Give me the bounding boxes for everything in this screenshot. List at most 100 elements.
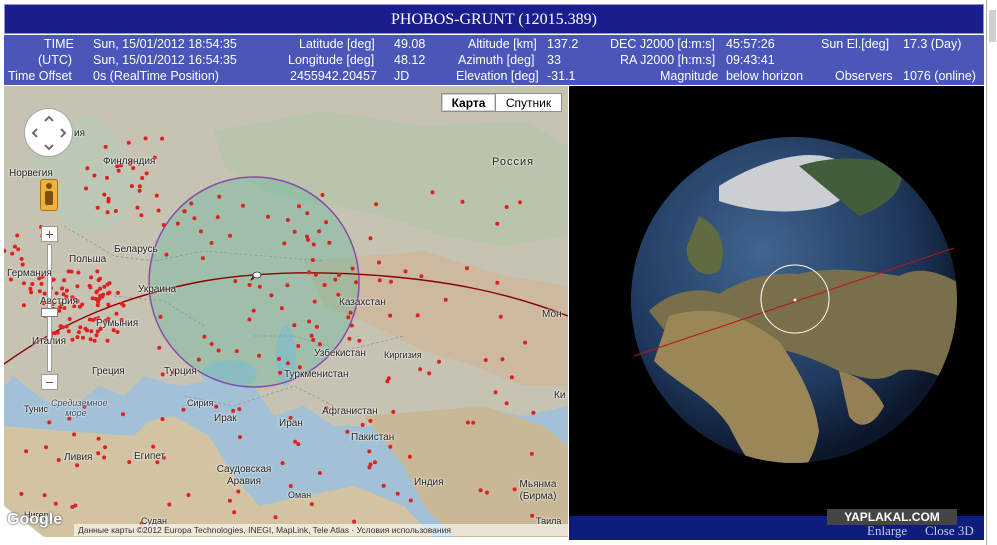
observer-dot[interactable] — [322, 283, 327, 287]
observer-dot[interactable] — [478, 488, 483, 493]
observer-dot[interactable] — [47, 420, 52, 425]
observer-dot[interactable] — [388, 444, 393, 449]
observer-dot[interactable] — [317, 471, 322, 475]
observer-dot[interactable] — [69, 269, 74, 274]
observer-dot[interactable] — [76, 330, 81, 335]
observer-dot[interactable] — [493, 390, 498, 395]
observer-dot[interactable] — [443, 297, 448, 302]
observer-dot[interactable] — [78, 325, 83, 330]
observer-dot[interactable] — [430, 190, 435, 195]
observer-dot[interactable] — [15, 233, 20, 238]
observer-dot[interactable] — [307, 270, 312, 275]
observer-dot[interactable] — [228, 233, 232, 238]
observer-dot[interactable] — [105, 338, 110, 343]
observer-dot[interactable] — [175, 221, 180, 226]
enlarge-link[interactable]: Enlarge — [867, 523, 907, 539]
observer-dot[interactable] — [209, 342, 214, 346]
observer-dot[interactable] — [377, 260, 381, 265]
observer-dot[interactable] — [151, 444, 156, 449]
observer-dot[interactable] — [311, 337, 316, 342]
observer-dot[interactable] — [137, 184, 142, 189]
observer-dot[interactable] — [530, 513, 535, 518]
observer-dot[interactable] — [129, 184, 134, 189]
observer-dot[interactable] — [154, 193, 159, 198]
observer-dot[interactable] — [306, 237, 310, 242]
observer-dot[interactable] — [214, 404, 219, 409]
observer-dot[interactable] — [161, 223, 166, 227]
observer-dot[interactable] — [337, 273, 341, 277]
observer-dot[interactable] — [167, 502, 172, 507]
observer-dot[interactable] — [140, 176, 145, 180]
observer-dot[interactable] — [160, 136, 165, 141]
observer-dot[interactable] — [215, 215, 220, 220]
observer-dot[interactable] — [236, 489, 241, 494]
observer-dot[interactable] — [240, 203, 245, 208]
observer-dot[interactable] — [22, 281, 26, 286]
observer-dot[interactable] — [377, 278, 382, 283]
google-logo[interactable]: Google — [7, 511, 62, 529]
observer-dot[interactable] — [368, 236, 373, 241]
observer-dot[interactable] — [139, 213, 144, 218]
observer-dot[interactable] — [327, 240, 332, 245]
observer-dot[interactable] — [89, 329, 94, 334]
observer-dot[interactable] — [200, 256, 205, 261]
observer-dot[interactable] — [320, 193, 325, 197]
observer-dot[interactable] — [471, 420, 476, 425]
observer-dot[interactable] — [232, 510, 237, 515]
observer-dot[interactable] — [352, 519, 357, 524]
observer-dot[interactable] — [310, 258, 315, 262]
observer-dot[interactable] — [247, 283, 252, 287]
observer-dot[interactable] — [181, 407, 186, 412]
observer-dot[interactable] — [367, 465, 372, 470]
observer-dot[interactable] — [311, 242, 316, 247]
observer-dot[interactable] — [102, 455, 107, 460]
observer-dot[interactable] — [233, 279, 238, 284]
observer-dot[interactable] — [407, 454, 412, 459]
observer-dot[interactable] — [531, 410, 536, 415]
observer-dot[interactable] — [498, 314, 503, 319]
observer-dot[interactable] — [95, 205, 100, 210]
observer-dot[interactable] — [192, 216, 197, 221]
observer-dot[interactable] — [336, 292, 341, 297]
ground-track-map[interactable]: Карта Спутник + − ия Финляндия Норвегия … — [4, 86, 568, 537]
observer-dot[interactable] — [292, 323, 297, 328]
observer-dot[interactable] — [234, 349, 239, 354]
observer-dot[interactable] — [127, 460, 132, 465]
observer-dot[interactable] — [94, 333, 99, 338]
observer-dot[interactable] — [137, 188, 142, 193]
observer-dot[interactable] — [279, 306, 284, 311]
observer-dot[interactable] — [126, 140, 131, 145]
observer-dot[interactable] — [374, 202, 379, 207]
observer-dot[interactable] — [44, 445, 48, 450]
observer-dot[interactable] — [368, 418, 373, 423]
observer-dot[interactable] — [403, 269, 408, 274]
observer-dot[interactable] — [357, 338, 362, 343]
observer-dot[interactable] — [21, 303, 26, 308]
observer-dot[interactable] — [391, 409, 396, 414]
observer-dot[interactable] — [500, 357, 505, 362]
observer-dot[interactable] — [19, 257, 24, 261]
observer-dot[interactable] — [60, 286, 64, 291]
observer-dot[interactable] — [53, 501, 58, 506]
observer-dot[interactable] — [87, 317, 92, 322]
observer-dot[interactable] — [346, 315, 351, 320]
observer-dot[interactable] — [92, 173, 97, 178]
observer-dot[interactable] — [103, 144, 108, 149]
observer-dot[interactable] — [309, 502, 314, 507]
observer-dot[interactable] — [73, 503, 78, 508]
observer-dot[interactable] — [227, 498, 232, 503]
observer-dot[interactable] — [269, 293, 274, 298]
observer-dot[interactable] — [158, 314, 163, 319]
observer-dot[interactable] — [460, 199, 465, 204]
map-attribution[interactable]: Данные карты ©2012 Europa Technologies, … — [74, 524, 568, 536]
observer-dot[interactable] — [16, 247, 21, 252]
observer-dot[interactable] — [56, 458, 61, 462]
observer-dot[interactable] — [87, 283, 92, 288]
observer-dot[interactable] — [37, 289, 42, 294]
observer-dot[interactable] — [373, 460, 377, 465]
observer-dot[interactable] — [67, 317, 72, 321]
observer-dot[interactable] — [83, 326, 88, 331]
observer-dot[interactable] — [437, 359, 441, 364]
observer-dot[interactable] — [495, 280, 500, 285]
observer-dot[interactable] — [51, 277, 56, 282]
